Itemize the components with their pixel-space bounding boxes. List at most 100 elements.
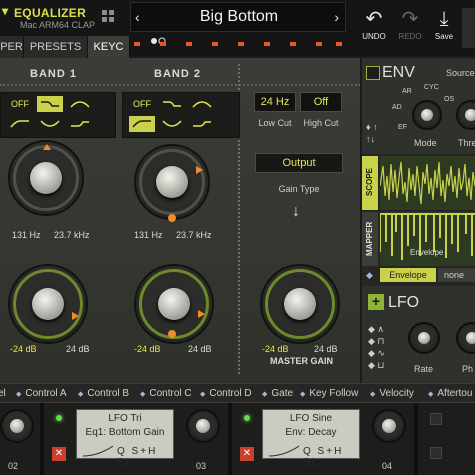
- gain-type-label: Gain Type: [278, 184, 320, 194]
- none-button[interactable]: none: [438, 268, 475, 282]
- lfo-shape-icons[interactable]: ◆ ⊓: [368, 336, 384, 347]
- mod-source-item[interactable]: ◆ Velocity: [370, 388, 414, 399]
- mod-indicator: [168, 214, 176, 222]
- slot-toggle[interactable]: [430, 413, 442, 425]
- band1-off-button[interactable]: OFF: [7, 96, 33, 112]
- tab-keyc[interactable]: KEYC: [88, 36, 130, 58]
- mapper-envelope-label: Envelope: [410, 248, 444, 257]
- tab-scope[interactable]: SCOPE: [362, 156, 378, 210]
- slot-display[interactable]: LFO Sine Env: Decay Q S+H SL: [262, 409, 360, 468]
- value-marker: [43, 144, 51, 150]
- lfo-rate-knob[interactable]: [408, 322, 440, 354]
- mapper-display: Envelope: [380, 212, 475, 266]
- value-marker: [198, 310, 205, 318]
- mod-source-item[interactable]: ◆ Control B: [78, 388, 129, 399]
- band2-highshelf-button[interactable]: [189, 116, 215, 132]
- mod-indicator: [168, 330, 176, 338]
- activity-leds: [130, 40, 346, 50]
- master-gain-knob[interactable]: [260, 264, 340, 344]
- band1-lowcut-button[interactable]: [7, 116, 33, 132]
- download-icon: ⤓: [439, 8, 449, 30]
- slot-remove-button[interactable]: ✕: [240, 447, 254, 461]
- sync-icon[interactable]: ↑↓: [366, 134, 375, 144]
- band1-bell-button[interactable]: [67, 96, 93, 112]
- activity-led: [134, 42, 140, 46]
- env-source-label[interactable]: Source: [446, 68, 475, 78]
- slot-active-led[interactable]: [56, 415, 62, 421]
- high-shelf-icon: [193, 121, 211, 127]
- slot-active-led[interactable]: [244, 415, 250, 421]
- slot-amount-knob[interactable]: [372, 409, 406, 443]
- add-lfo-button[interactable]: +: [368, 294, 384, 310]
- top-bar: ▾ EQUALIZER Mac ARM64 CLAP ‹ Big Bottom …: [0, 0, 475, 58]
- lfo-shape-icons[interactable]: ◆ ∧: [368, 324, 384, 335]
- mod-slots: 02 ✕ LFO Tri Eq1: Bottom Gain Q S+H SL 0…: [0, 403, 475, 475]
- activity-led: [316, 42, 322, 46]
- band1-gain-max-label: 24 dB: [66, 344, 90, 354]
- band2-bell-button[interactable]: [189, 96, 215, 112]
- band1-notch-button[interactable]: [37, 116, 63, 132]
- slot-remove-button[interactable]: ✕: [52, 447, 66, 461]
- tab-mapper[interactable]: MAPPER: [362, 212, 378, 266]
- slot-toggle[interactable]: [430, 447, 442, 459]
- band2-gain-max-label: 24 dB: [188, 344, 212, 354]
- slot-display[interactable]: LFO Tri Eq1: Bottom Gain Q S+H SL: [76, 409, 174, 468]
- toggle-dots-icon[interactable]: [150, 32, 170, 45]
- slot-number: 02: [8, 461, 19, 471]
- retrigger-icon[interactable]: ♦ ↑: [366, 122, 378, 132]
- mod-source-item[interactable]: ◆ Gate: [262, 388, 293, 399]
- next-preset-button[interactable]: ›: [334, 9, 339, 25]
- mod-source-item[interactable]: ◆ Control A: [16, 388, 67, 399]
- env-section: ENV Source AR CYC AD OS EF ♦ ↑ ↑↓ Mode T…: [362, 58, 475, 154]
- band1-freq-min-label: 131 Hz: [12, 230, 41, 240]
- band1-title: BAND 1: [30, 68, 77, 80]
- low-cut-field[interactable]: 24 Hz: [254, 92, 296, 112]
- band2-lowcut-button[interactable]: [129, 116, 155, 132]
- save-button[interactable]: ⤓ Save: [424, 6, 464, 54]
- env-threshold-knob[interactable]: [456, 100, 475, 130]
- grid-icon[interactable]: [102, 10, 118, 26]
- band1-lowshelf-button[interactable]: [37, 96, 63, 112]
- tab-mapper[interactable]: PER: [0, 36, 24, 58]
- high-cut-field[interactable]: Off: [300, 92, 342, 112]
- mod-source-item[interactable]: ◆ Aftertou: [428, 388, 472, 399]
- master-gain-min-label: -24 dB: [262, 344, 289, 354]
- output-button[interactable]: Output: [255, 153, 343, 173]
- env-enable-toggle[interactable]: [366, 66, 380, 80]
- slot-amount-knob[interactable]: [0, 409, 34, 443]
- slot-amount-knob[interactable]: [186, 409, 220, 443]
- undo-button[interactable]: ↶ UNDO: [354, 6, 394, 54]
- mode-os-label: OS: [444, 96, 455, 103]
- band2-gain-min-label: -24 dB: [134, 344, 161, 354]
- envelope-button[interactable]: Envelope: [380, 268, 436, 282]
- mod-source-item[interactable]: ◆ Control C: [140, 388, 192, 399]
- band2-off-button[interactable]: OFF: [129, 96, 155, 112]
- mod-source-item[interactable]: el: [0, 388, 6, 399]
- slot-source-name: LFO Tri: [108, 413, 142, 424]
- mode-ar-label: AR: [402, 88, 412, 95]
- tab-presets[interactable]: PRESETS: [24, 36, 88, 58]
- activity-led: [264, 42, 270, 46]
- mod-source-item[interactable]: ◆ Control D: [200, 388, 252, 399]
- peak-icon: [192, 101, 212, 108]
- env-mode-knob[interactable]: [412, 100, 442, 130]
- menu-edge[interactable]: [462, 8, 475, 48]
- curve-icon: [82, 444, 114, 457]
- mod-source-item[interactable]: ◆ Key Follow: [300, 388, 358, 399]
- arrow-down-icon[interactable]: ↓: [292, 203, 300, 221]
- band1-highshelf-button[interactable]: [67, 116, 93, 132]
- lfo-shape-icons[interactable]: ◆ ⊔: [368, 360, 384, 371]
- lfo-phase-label: Ph: [462, 364, 474, 374]
- preset-selector[interactable]: ‹ Big Bottom ›: [130, 2, 346, 32]
- preset-name[interactable]: Big Bottom: [131, 8, 347, 26]
- band2-freq-knob[interactable]: [134, 144, 210, 220]
- band2-lowshelf-button[interactable]: [159, 96, 185, 112]
- mode-ef-label: EF: [398, 124, 407, 131]
- band1-freq-knob[interactable]: [8, 140, 84, 216]
- lfo-shape-icons[interactable]: ◆ ∿: [368, 348, 385, 359]
- band1-gain-knob[interactable]: [8, 264, 88, 344]
- slot-number: 04: [382, 461, 393, 471]
- lfo-phase-knob[interactable]: [456, 322, 475, 354]
- activity-led: [238, 42, 244, 46]
- band2-notch-button[interactable]: [159, 116, 185, 132]
